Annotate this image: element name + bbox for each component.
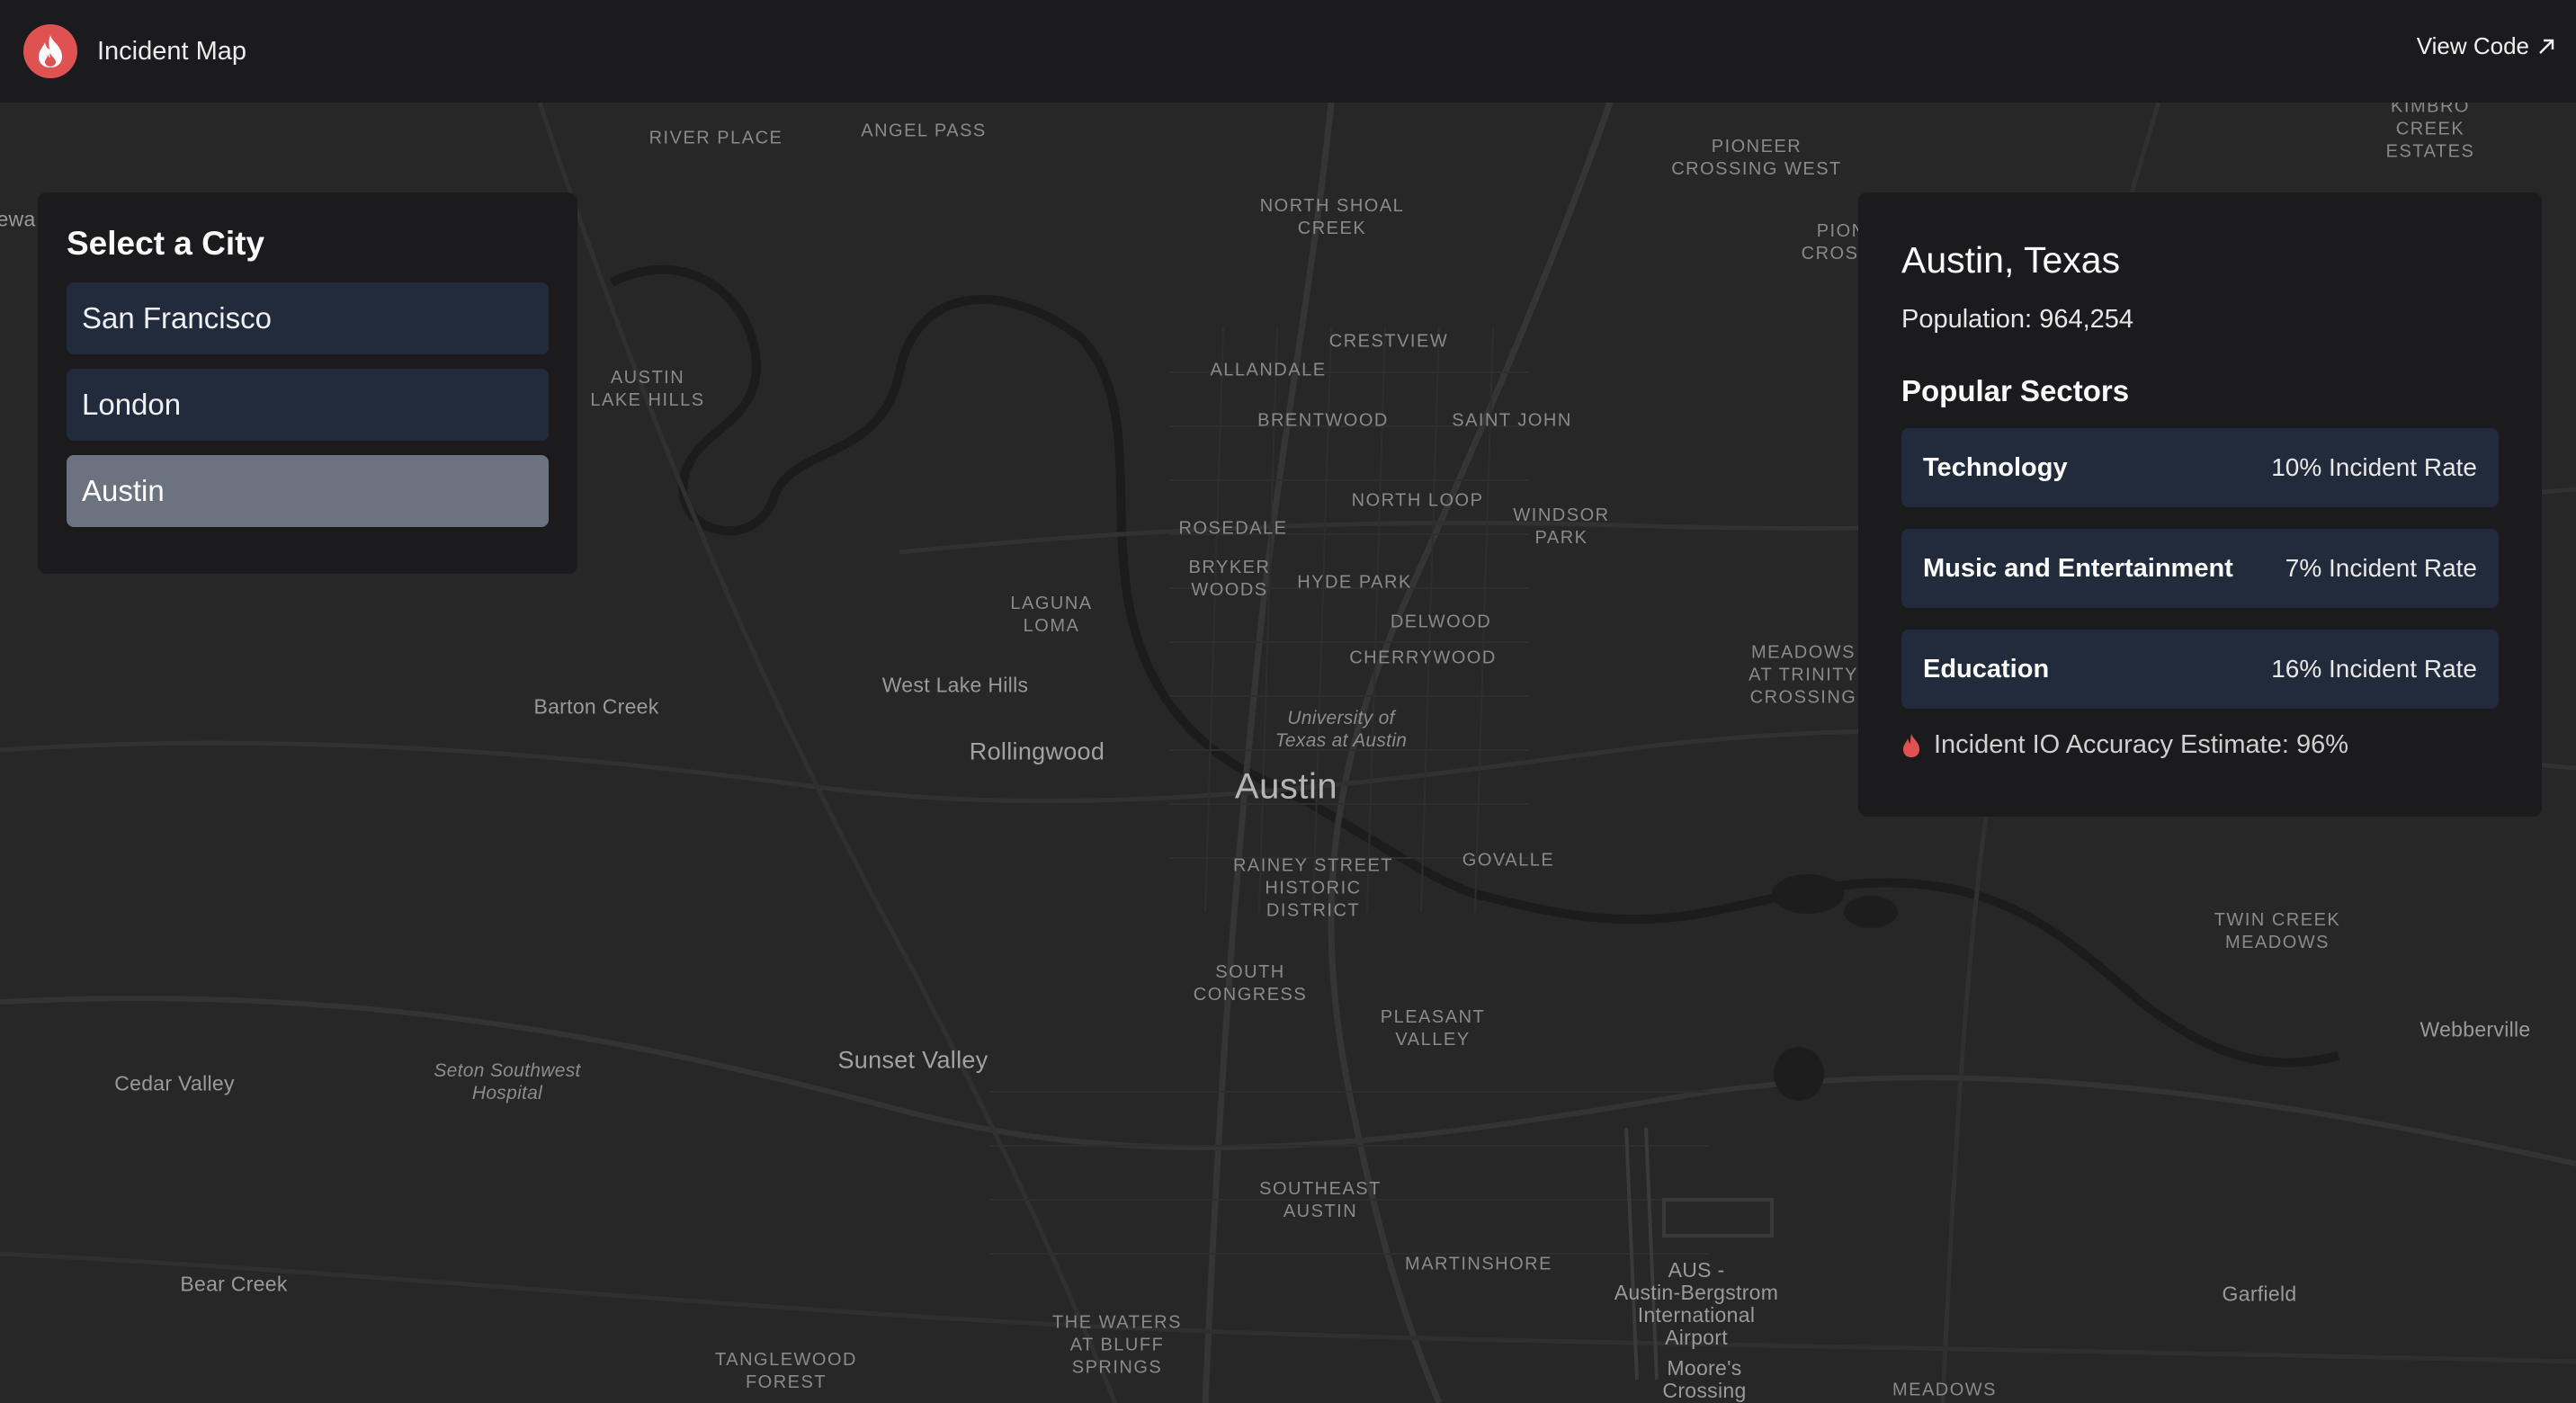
view-code-label: View Code (2416, 32, 2529, 59)
map-label: THE WATERS AT BLUFF SPRINGS (1052, 1312, 1182, 1378)
city-selector-title: Select a City (67, 225, 265, 262)
map-label: KIMBRO CREEK ESTATES (2385, 103, 2475, 162)
map-label: SOUTHEAST AUSTIN (1259, 1179, 1382, 1221)
map-label: University of Texas at Austin (1275, 708, 1408, 751)
population-label: Population: (1901, 305, 2033, 334)
map-label: Sunset Valley (837, 1046, 988, 1074)
view-code-link[interactable]: View Code (2417, 32, 2556, 60)
accuracy-estimate: Incident IO Accuracy Estimate: 96% (1901, 730, 2499, 760)
map-label: Webberville (2419, 1017, 2531, 1041)
map-label: HYDE PARK (1297, 572, 1412, 593)
map-label: MARTINSHORE (1405, 1254, 1552, 1274)
map-label: TWIN CREEK MEADOWS (2214, 910, 2341, 952)
city-details-panel: Austin, Texas Population: 964,254 Popula… (1858, 192, 2542, 817)
map-label: Seton Southwest Hospital (434, 1060, 581, 1104)
map-label: LAGUNA LOMA (1010, 594, 1093, 636)
popular-sectors-title: Popular Sectors (1901, 374, 2130, 407)
map-label: Austin (1234, 766, 1338, 807)
flame-icon (23, 24, 77, 78)
sector-name: Education (1923, 654, 2050, 684)
population-value: 964,254 (2039, 305, 2134, 334)
map-label: WINDSOR PARK (1513, 505, 1610, 548)
map-label: PIONEER CROSSING WEST (1671, 137, 1842, 179)
map-label: ewa (0, 207, 36, 231)
city-button-london[interactable]: London (67, 369, 549, 441)
map-label: RAINEY STREET HISTORIC DISTRICT (1232, 855, 1394, 921)
sector-rate: 16% Incident Rate (2271, 655, 2477, 683)
map-label: Moore's Crossing (1662, 1356, 1747, 1402)
city-button-austin[interactable]: Austin (67, 455, 549, 527)
sector-name: Technology (1923, 452, 2068, 482)
city-button-san-francisco[interactable]: San Francisco (67, 282, 549, 354)
sector-row-music-and-entertainment: Music and Entertainment 7% Incident Rate (1901, 529, 2499, 608)
top-bar: Incident Map View Code (0, 0, 2576, 103)
sector-row-technology: Technology 10% Incident Rate (1901, 428, 2499, 507)
map-label: GOVALLE (1462, 850, 1555, 871)
map-label: DELWOOD (1390, 612, 1492, 632)
map-label: RIVER PLACE (648, 128, 783, 148)
map-label: AUSTIN LAKE HILLS (590, 368, 705, 410)
map-label: SAINT JOHN (1452, 410, 1572, 431)
map-label: AUS - Austin-Bergstrom International Air… (1614, 1258, 1779, 1349)
map-label: Rollingwood (969, 737, 1105, 765)
map-label: ANGEL PASS (861, 121, 987, 141)
city-selector-panel: Select a City San Francisco London Austi… (38, 192, 577, 574)
map-label: BRENTWOOD (1257, 410, 1389, 431)
map-label: NORTH SHOAL CREEK (1259, 196, 1405, 238)
map-label: Cedar Valley (114, 1071, 235, 1095)
city-name: Austin, Texas (1901, 239, 2121, 281)
app-title: Incident Map (97, 36, 247, 66)
map-label: Barton Creek (533, 694, 659, 719)
sector-rate: 10% Incident Rate (2271, 453, 2477, 481)
sector-name: Music and Entertainment (1923, 553, 2233, 583)
map-label: TANGLEWOOD FOREST (715, 1350, 857, 1392)
population: Population: 964,254 (1901, 305, 2499, 335)
map-label: CRESTVIEW (1328, 331, 1449, 352)
sector-rate: 7% Incident Rate (2285, 554, 2477, 582)
external-arrow-icon (2539, 39, 2554, 54)
map-label: Bear Creek (180, 1272, 288, 1296)
sector-row-education: Education 16% Incident Rate (1901, 630, 2499, 709)
map-label: ALLANDALE (1210, 360, 1327, 380)
map-label: SOUTH CONGRESS (1193, 962, 1308, 1005)
map-label: PLEASANT VALLEY (1380, 1007, 1486, 1050)
map-label: NORTH LOOP (1351, 490, 1484, 511)
map-label: Garfield (2222, 1282, 2297, 1306)
map-label: MEADOWS AT TRINITY CROSSING (1749, 642, 1858, 708)
map-label: ROSEDALE (1178, 518, 1288, 539)
map-label: CHERRYWOOD (1349, 648, 1497, 668)
accuracy-text: Incident IO Accuracy Estimate: 96% (1934, 730, 2348, 759)
flame-icon (1903, 733, 1919, 757)
map-label: BRYKER WOODS (1188, 558, 1271, 600)
map-label: MEADOWS (1892, 1380, 1998, 1400)
map-label: West Lake Hills (881, 673, 1029, 697)
